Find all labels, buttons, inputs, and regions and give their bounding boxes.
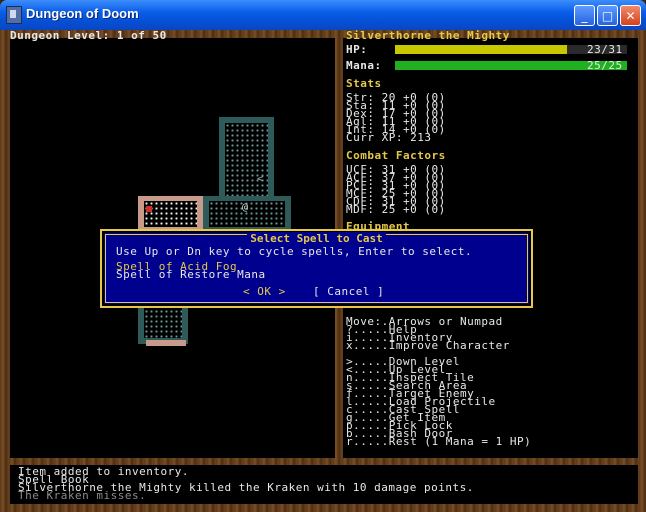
combat-header: Combat Factors [346, 149, 446, 162]
game-window: Dungeon of Doom _ □ ✕ Dungeon Level: 1 o… [0, 0, 646, 512]
lit-room-wall [146, 340, 186, 346]
dialog-border: Select Spell to Cast Use Up or Dn key to… [105, 232, 528, 303]
hp-bar-fill [395, 45, 568, 54]
title-bar[interactable]: Dungeon of Doom _ □ ✕ [0, 0, 646, 30]
dialog-title-bar: Select Spell to Cast [106, 227, 527, 246]
hp-label: HP: [346, 43, 368, 56]
dialog-title: Select Spell to Cast [247, 232, 386, 245]
door-glyph: < [257, 172, 265, 185]
message-log: Item added to inventory. Spell Book Silv… [10, 465, 638, 504]
player-glyph: @ [242, 202, 249, 213]
minimize-button[interactable]: _ [574, 5, 595, 26]
monster-marker [146, 206, 152, 212]
spell-dialog[interactable]: Select Spell to Cast Use Up or Dn key to… [100, 229, 533, 308]
close-button[interactable]: ✕ [620, 5, 641, 26]
message-line: The Kraken misses. [18, 489, 147, 502]
window-title: Dungeon of Doom [26, 6, 139, 21]
mana-label: Mana: [346, 59, 382, 72]
app-icon [6, 6, 22, 24]
cancel-button[interactable]: [ Cancel ] [313, 286, 384, 297]
stats-header: Stats [346, 77, 382, 90]
stats-line: Curr XP: 213 [346, 131, 432, 144]
ok-button[interactable]: < OK > [243, 286, 286, 297]
maximize-button[interactable]: □ [597, 5, 618, 26]
dungeon-floor [225, 123, 268, 196]
character-name: Silverthorne the Mighty [346, 29, 510, 42]
lit-room-floor [144, 201, 197, 227]
help-line: x.....Improve Character [346, 339, 510, 352]
dungeon-floor [144, 304, 182, 338]
dungeon-level: Dungeon Level: 1 of 50 [10, 29, 167, 42]
hp-value: 23/31 [587, 43, 623, 56]
dialog-instructions: Use Up or Dn key to cycle spells, Enter … [116, 245, 473, 258]
combat-line: MDF: 25 +0 (0) [346, 203, 446, 216]
command-line: r.....Rest (1 Mana = 1 HP) [346, 435, 532, 448]
spell-option[interactable]: Spell of Restore Mana [116, 269, 266, 280]
mana-value: 25/25 [587, 59, 623, 72]
